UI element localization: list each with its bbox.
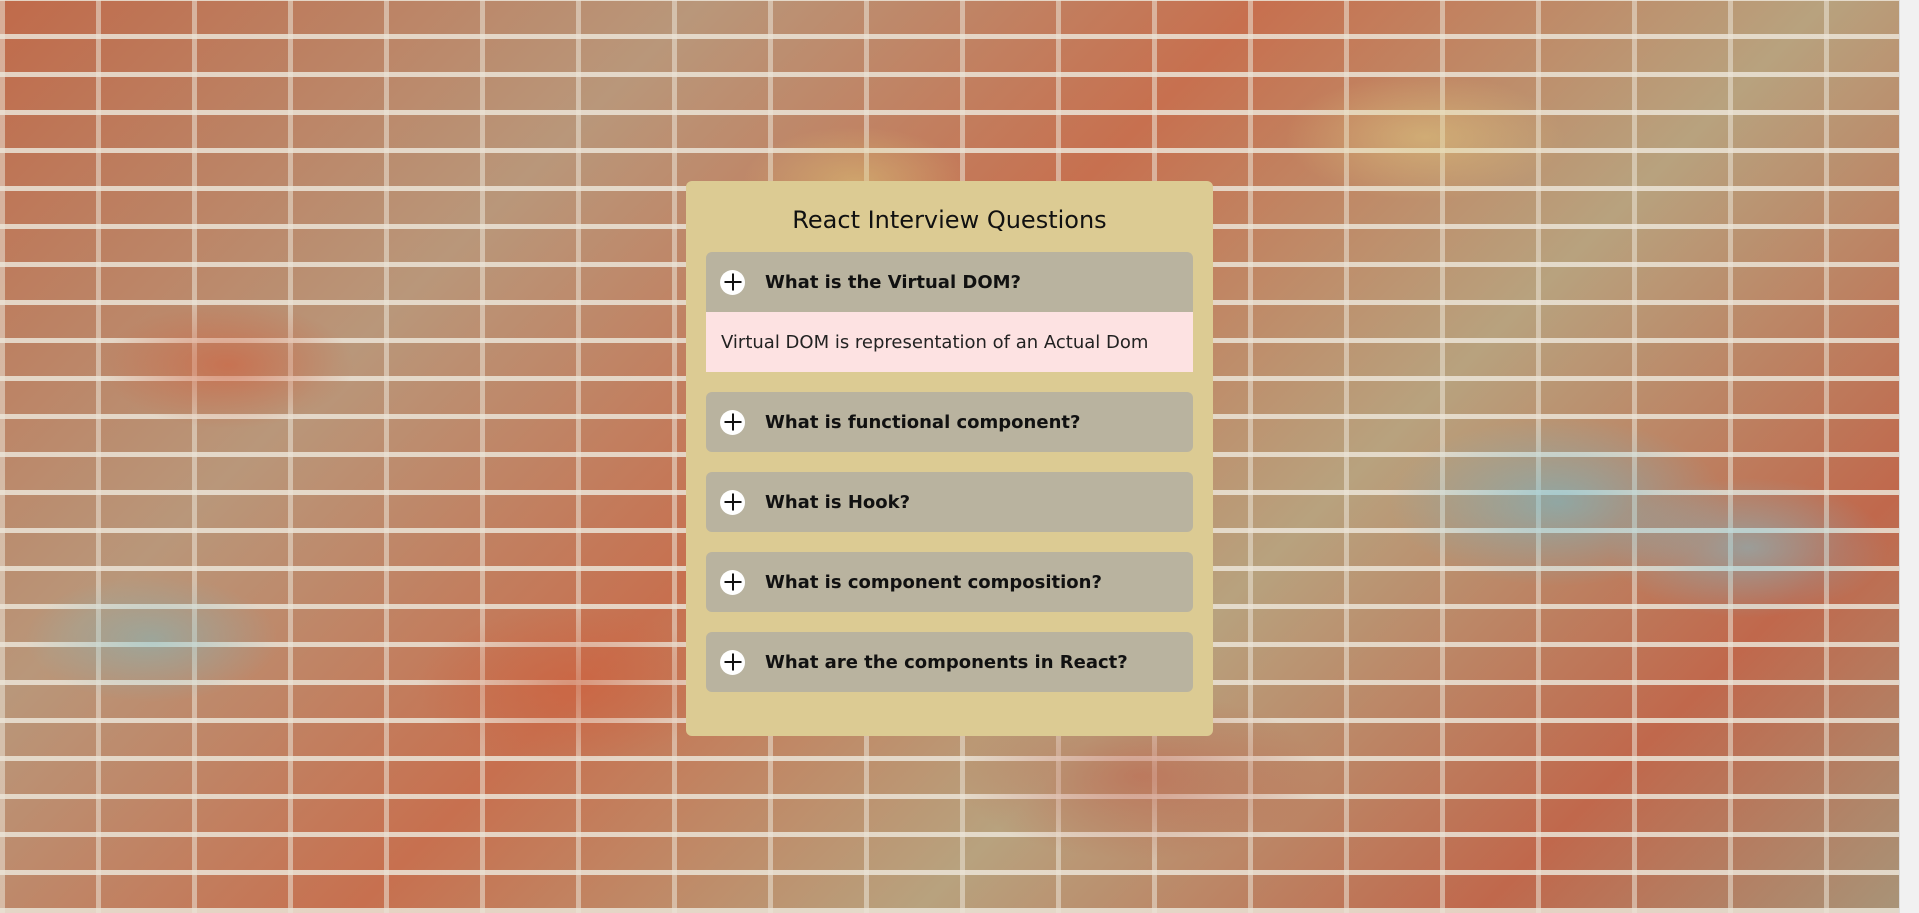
faq-question-text: What is component composition? bbox=[765, 571, 1102, 593]
plus-icon[interactable] bbox=[720, 409, 745, 435]
plus-icon[interactable] bbox=[720, 269, 745, 295]
faq-question-header[interactable]: What is component composition? bbox=[706, 552, 1193, 612]
faq-question-header[interactable]: What is functional component? bbox=[706, 392, 1193, 452]
faq-question-text: What is Hook? bbox=[765, 491, 911, 513]
faq-card: React Interview Questions What is the Vi… bbox=[686, 181, 1213, 736]
page-title: React Interview Questions bbox=[792, 206, 1107, 234]
faq-answer: Virtual DOM is representation of an Actu… bbox=[706, 312, 1193, 372]
faq-question-header[interactable]: What is the Virtual DOM? bbox=[706, 252, 1193, 312]
faq-question-text: What is functional component? bbox=[765, 411, 1081, 433]
faq-question-header[interactable]: What is Hook? bbox=[706, 472, 1193, 532]
vertical-scrollbar[interactable] bbox=[1899, 0, 1919, 913]
plus-icon[interactable] bbox=[720, 569, 745, 595]
faq-question-text: What is the Virtual DOM? bbox=[765, 271, 1021, 293]
faq-question-text: What are the components in React? bbox=[765, 651, 1128, 673]
faq-item: What are the components in React? bbox=[706, 632, 1193, 692]
page: React Interview Questions What is the Vi… bbox=[0, 0, 1919, 913]
plus-icon[interactable] bbox=[720, 649, 745, 675]
faq-question-header[interactable]: What are the components in React? bbox=[706, 632, 1193, 692]
faq-item: What is Hook? bbox=[706, 472, 1193, 532]
faq-item: What is component composition? bbox=[706, 552, 1193, 612]
faq-item: What is the Virtual DOM? Virtual DOM is … bbox=[706, 252, 1193, 372]
faq-item: What is functional component? bbox=[706, 392, 1193, 452]
plus-icon[interactable] bbox=[720, 489, 745, 515]
